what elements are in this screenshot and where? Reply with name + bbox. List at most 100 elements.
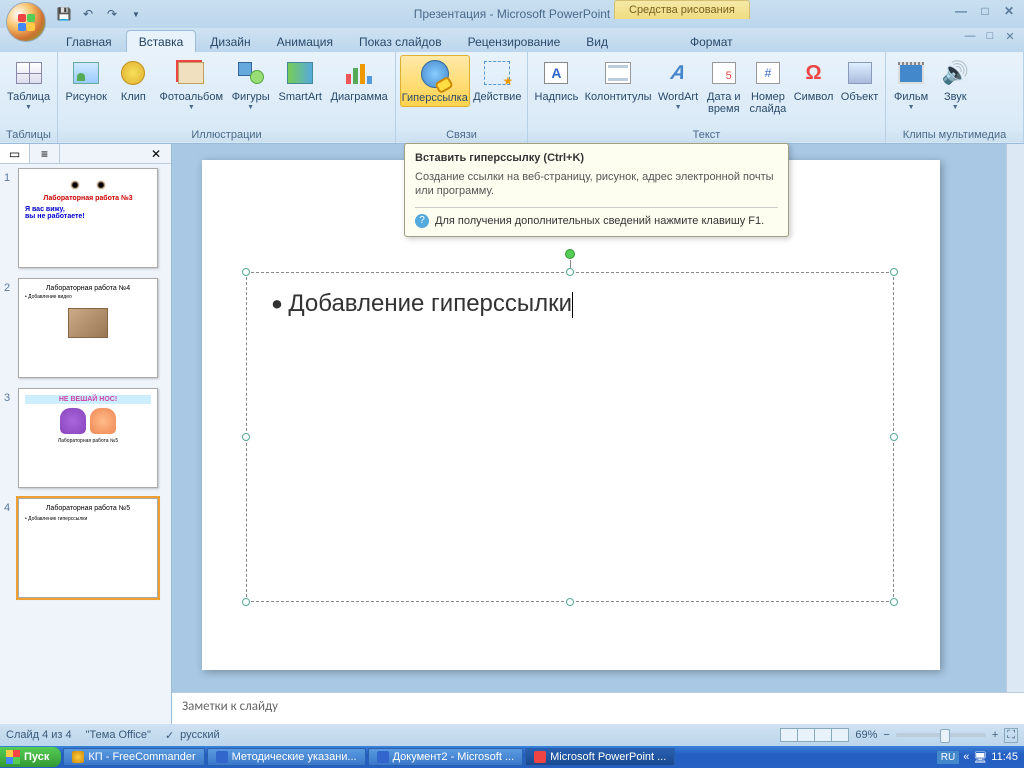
sound-button[interactable]: 🔊Звук▼ bbox=[934, 55, 976, 113]
qat-dropdown-icon[interactable]: ▼ bbox=[126, 4, 146, 24]
restore-icon[interactable]: □ bbox=[976, 4, 994, 20]
resize-handle[interactable] bbox=[566, 268, 574, 276]
view-buttons[interactable] bbox=[781, 728, 849, 742]
tab-animation[interactable]: Анимация bbox=[265, 31, 345, 52]
content-placeholder[interactable]: Добавление гиперссылки bbox=[246, 272, 894, 602]
clip-icon bbox=[121, 61, 145, 85]
group-tables: Таблицы bbox=[0, 128, 57, 142]
tray-icon[interactable]: 🖥 bbox=[973, 751, 987, 764]
slides-tab-icon[interactable]: ▭ bbox=[0, 144, 30, 163]
hyperlink-icon bbox=[421, 60, 449, 88]
thumbnail-4[interactable]: Лабораторная работа №5 • Добавление гипе… bbox=[18, 498, 158, 598]
smartart-icon bbox=[287, 62, 313, 84]
datetime-button[interactable]: Дата и время bbox=[703, 55, 745, 117]
office-button[interactable] bbox=[6, 2, 46, 42]
window-title: Презентация - Microsoft PowerPoint bbox=[0, 7, 1024, 21]
tab-slideshow[interactable]: Показ слайдов bbox=[347, 31, 454, 52]
chart-button[interactable]: Диаграмма bbox=[327, 55, 391, 105]
spellcheck-icon[interactable]: ✓ bbox=[165, 729, 174, 742]
system-tray: RU « 🖥 11:45 bbox=[937, 751, 1024, 764]
headerfooter-icon bbox=[605, 62, 631, 84]
taskbar-item[interactable]: Методические указани... bbox=[207, 748, 366, 766]
clock[interactable]: 11:45 bbox=[991, 751, 1018, 763]
zoom-slider[interactable] bbox=[896, 733, 986, 737]
doc-restore-icon[interactable]: □ bbox=[982, 30, 998, 44]
picture-button[interactable]: Рисунок bbox=[62, 55, 110, 105]
object-button[interactable]: Объект bbox=[838, 55, 881, 105]
powerpoint-icon bbox=[534, 751, 546, 763]
doc-minimize-icon[interactable]: — bbox=[962, 30, 978, 44]
zoom-out-icon[interactable]: − bbox=[883, 729, 889, 741]
tooltip-title: Вставить гиперссылку (Ctrl+K) bbox=[415, 152, 778, 164]
picture-icon bbox=[73, 62, 99, 84]
thumbnails[interactable]: 1 Лабораторная работа №3 Я вас вижу, вы … bbox=[0, 164, 171, 724]
table-button[interactable]: Таблица▼ bbox=[4, 55, 53, 113]
resize-handle[interactable] bbox=[242, 433, 250, 441]
quick-access-toolbar: 💾 ↶ ↷ ▼ bbox=[54, 4, 146, 24]
minimize-icon[interactable]: — bbox=[952, 4, 970, 20]
tray-expand-icon[interactable]: « bbox=[963, 751, 969, 763]
resize-handle[interactable] bbox=[890, 433, 898, 441]
smartart-button[interactable]: SmartArt bbox=[275, 55, 325, 105]
tab-design[interactable]: Дизайн bbox=[198, 31, 262, 52]
fit-icon[interactable]: ⛶ bbox=[1004, 728, 1018, 743]
doc-close-icon[interactable]: ✕ bbox=[1002, 30, 1018, 44]
taskbar-item[interactable]: Microsoft PowerPoint ... bbox=[525, 748, 675, 766]
ribbon: Таблица▼ Таблицы Рисунок Клип Фотоальбом… bbox=[0, 52, 1024, 144]
thumbnail-3[interactable]: НЕ ВЕШАЙ НОС! Лабораторная работа №5 bbox=[18, 388, 158, 488]
thumbnail-1[interactable]: Лабораторная работа №3 Я вас вижу, вы не… bbox=[18, 168, 158, 268]
contextual-tab-label: Средства рисования bbox=[614, 0, 750, 19]
bullet-text[interactable]: Добавление гиперссылки bbox=[247, 273, 893, 334]
tab-review[interactable]: Рецензирование bbox=[456, 31, 573, 52]
vertical-scrollbar[interactable] bbox=[1006, 144, 1024, 692]
taskbar-item[interactable]: Документ2 - Microsoft ... bbox=[368, 748, 524, 766]
clip-button[interactable]: Клип bbox=[112, 55, 154, 105]
album-button[interactable]: Фотоальбом▼ bbox=[156, 55, 226, 113]
status-language[interactable]: русский bbox=[180, 729, 219, 741]
resize-handle[interactable] bbox=[242, 598, 250, 606]
notes-pane[interactable]: Заметки к слайду bbox=[172, 692, 1024, 724]
action-button[interactable]: Действие bbox=[472, 55, 523, 105]
wordart-button[interactable]: AWordArt▼ bbox=[655, 55, 700, 113]
app-icon bbox=[72, 751, 84, 763]
resize-handle[interactable] bbox=[242, 268, 250, 276]
rotate-handle[interactable] bbox=[565, 249, 575, 259]
start-button[interactable]: Пуск bbox=[0, 747, 61, 767]
movie-button[interactable]: Фильм▼ bbox=[890, 55, 932, 113]
word-icon bbox=[216, 751, 228, 763]
shapes-icon bbox=[238, 62, 264, 84]
resize-handle[interactable] bbox=[566, 598, 574, 606]
close-icon[interactable]: ✕ bbox=[1000, 4, 1018, 20]
panel-close-icon[interactable]: ✕ bbox=[141, 144, 171, 163]
resize-handle[interactable] bbox=[890, 598, 898, 606]
group-media: Клипы мультимедиа bbox=[886, 128, 1023, 142]
zoom-in-icon[interactable]: + bbox=[992, 729, 998, 741]
outline-tab-icon[interactable]: ≡ bbox=[30, 144, 60, 163]
tab-view[interactable]: Вид bbox=[574, 31, 620, 52]
headerfooter-button[interactable]: Колонтитулы bbox=[583, 55, 653, 105]
hyperlink-button[interactable]: Гиперссылка bbox=[400, 55, 470, 107]
language-indicator[interactable]: RU bbox=[937, 751, 959, 764]
action-icon bbox=[484, 61, 510, 85]
shapes-button[interactable]: Фигуры▼ bbox=[228, 55, 273, 113]
zoom-value[interactable]: 69% bbox=[855, 729, 877, 741]
tooltip-help: Для получения дополнительных сведений на… bbox=[435, 215, 764, 227]
thumbnail-2[interactable]: Лабораторная работа №4 • Добавление виде… bbox=[18, 278, 158, 378]
tab-insert[interactable]: Вставка bbox=[126, 30, 197, 52]
taskbar: Пуск КП - FreeCommander Методические ука… bbox=[0, 746, 1024, 768]
tab-home[interactable]: Главная bbox=[54, 31, 124, 52]
chart-icon bbox=[346, 62, 372, 84]
taskbar-item[interactable]: КП - FreeCommander bbox=[63, 748, 204, 766]
datetime-icon bbox=[712, 62, 736, 84]
table-icon bbox=[16, 62, 42, 84]
textbox-icon: A bbox=[544, 62, 568, 84]
redo-icon[interactable]: ↷ bbox=[102, 4, 122, 24]
save-icon[interactable]: 💾 bbox=[54, 4, 74, 24]
sound-icon: 🔊 bbox=[942, 60, 969, 86]
resize-handle[interactable] bbox=[890, 268, 898, 276]
symbol-button[interactable]: ΩСимвол bbox=[791, 55, 836, 105]
undo-icon[interactable]: ↶ bbox=[78, 4, 98, 24]
textbox-button[interactable]: AНадпись bbox=[532, 55, 581, 105]
slidenum-button[interactable]: #Номер слайда bbox=[747, 55, 789, 117]
tab-format[interactable]: Формат bbox=[678, 31, 745, 52]
